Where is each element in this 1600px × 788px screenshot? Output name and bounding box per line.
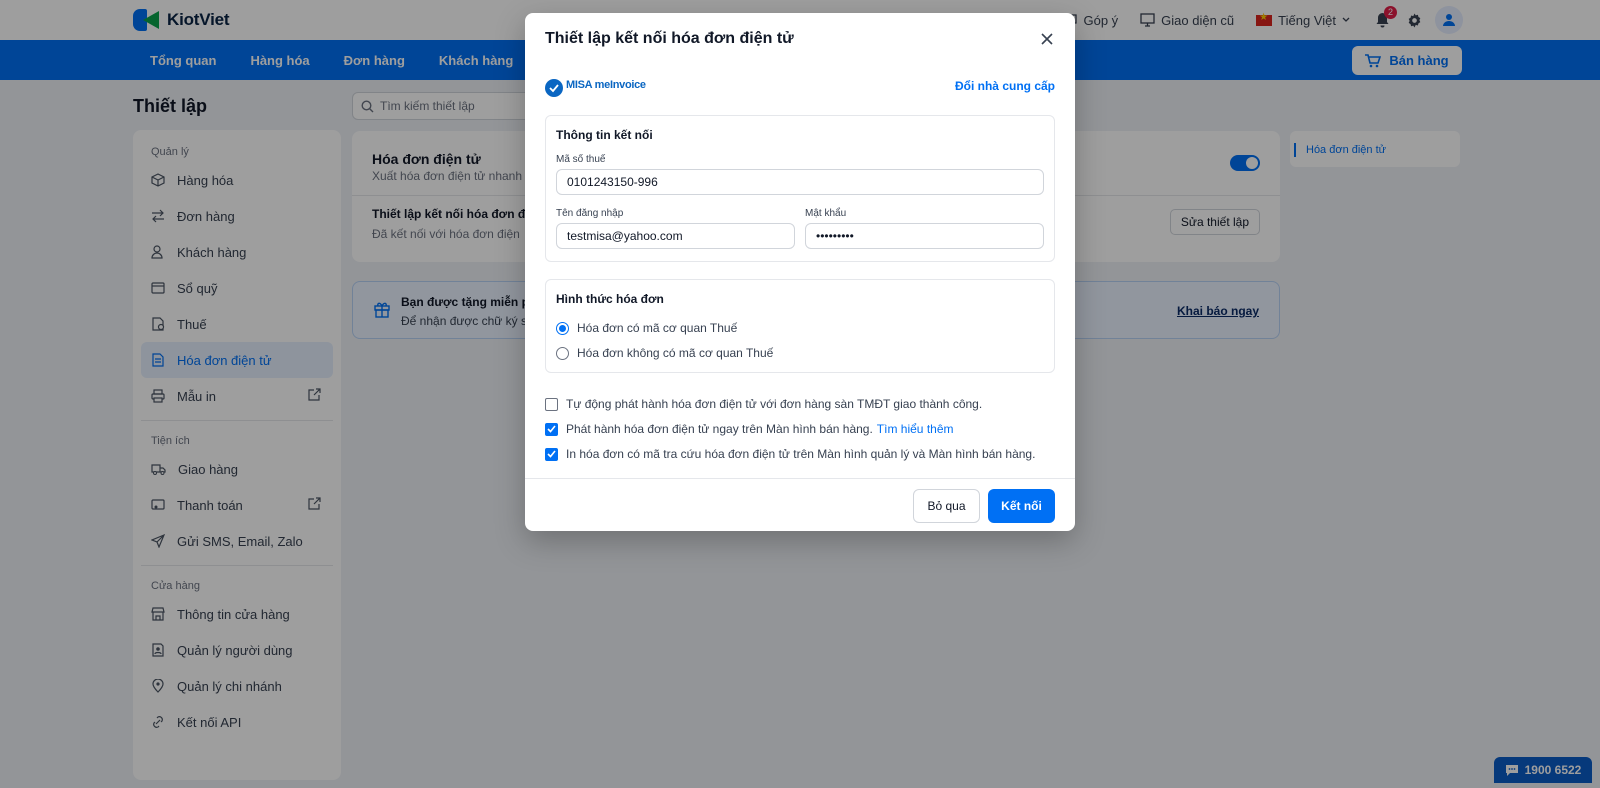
radio-with-tax-code[interactable]: Hóa đơn có mã cơ quan Thuế xyxy=(556,321,737,335)
provider-logo-tagline xyxy=(566,91,646,97)
connection-info-section: Thông tin kết nối Mã số thuế Tên đăng nh… xyxy=(545,115,1055,262)
section-title: Hình thức hóa đơn xyxy=(556,292,664,306)
section-title: Thông tin kết nối xyxy=(556,128,653,142)
radio-without-tax-code[interactable]: Hóa đơn không có mã cơ quan Thuế xyxy=(556,346,773,360)
checkbox-label: Phát hành hóa đơn điện tử ngay trên Màn … xyxy=(566,422,873,436)
issue-on-sales-screen-option[interactable]: Phát hành hóa đơn điện tử ngay trên Màn … xyxy=(545,422,954,436)
modal-footer-divider xyxy=(525,478,1075,479)
username-input[interactable] xyxy=(556,223,795,249)
print-lookup-code-option[interactable]: In hóa đơn có mã tra cứu hóa đơn điện tử… xyxy=(545,447,1035,461)
username-label: Tên đăng nhập xyxy=(556,208,624,219)
invoice-type-section: Hình thức hóa đơn Hóa đơn có mã cơ quan … xyxy=(545,279,1055,373)
tax-code-input[interactable] xyxy=(556,169,1044,195)
auto-issue-ecommerce-option[interactable]: Tự động phát hành hóa đơn điện tử với đơ… xyxy=(545,397,982,411)
radio-button[interactable] xyxy=(556,321,569,335)
close-button[interactable] xyxy=(1037,29,1057,49)
password-label: Mật khẩu xyxy=(805,208,847,219)
checkbox[interactable] xyxy=(545,422,558,436)
provider-logo-text: MISA meInvoice xyxy=(566,78,646,91)
checkbox[interactable] xyxy=(545,447,558,461)
radio-label: Hóa đơn có mã cơ quan Thuế xyxy=(577,321,738,335)
password-input[interactable] xyxy=(805,223,1044,249)
learn-more-link[interactable]: Tìm hiểu thêm xyxy=(877,422,954,436)
close-icon xyxy=(1041,33,1053,45)
checkbox-label: Tự động phát hành hóa đơn điện tử với đơ… xyxy=(566,397,983,411)
check-icon xyxy=(547,450,556,458)
change-provider-link[interactable]: Đổi nhà cung cấp xyxy=(955,79,1055,93)
misa-logo-icon xyxy=(545,79,563,97)
check-icon xyxy=(547,425,556,433)
radio-label: Hóa đơn không có mã cơ quan Thuế xyxy=(577,346,774,360)
tax-code-label: Mã số thuế xyxy=(556,154,606,165)
checkbox-label: In hóa đơn có mã tra cứu hóa đơn điện tử… xyxy=(566,447,1036,461)
einvoice-connection-modal: Thiết lập kết nối hóa đơn điện tử MISA m… xyxy=(525,13,1075,531)
checkbox[interactable] xyxy=(545,397,558,411)
radio-button[interactable] xyxy=(556,346,569,360)
misa-meinvoice-logo: MISA meInvoice xyxy=(545,79,646,97)
modal-title: Thiết lập kết nối hóa đơn điện tử xyxy=(545,30,794,47)
connect-button[interactable]: Kết nối xyxy=(988,489,1055,523)
skip-button[interactable]: Bỏ qua xyxy=(913,489,980,523)
